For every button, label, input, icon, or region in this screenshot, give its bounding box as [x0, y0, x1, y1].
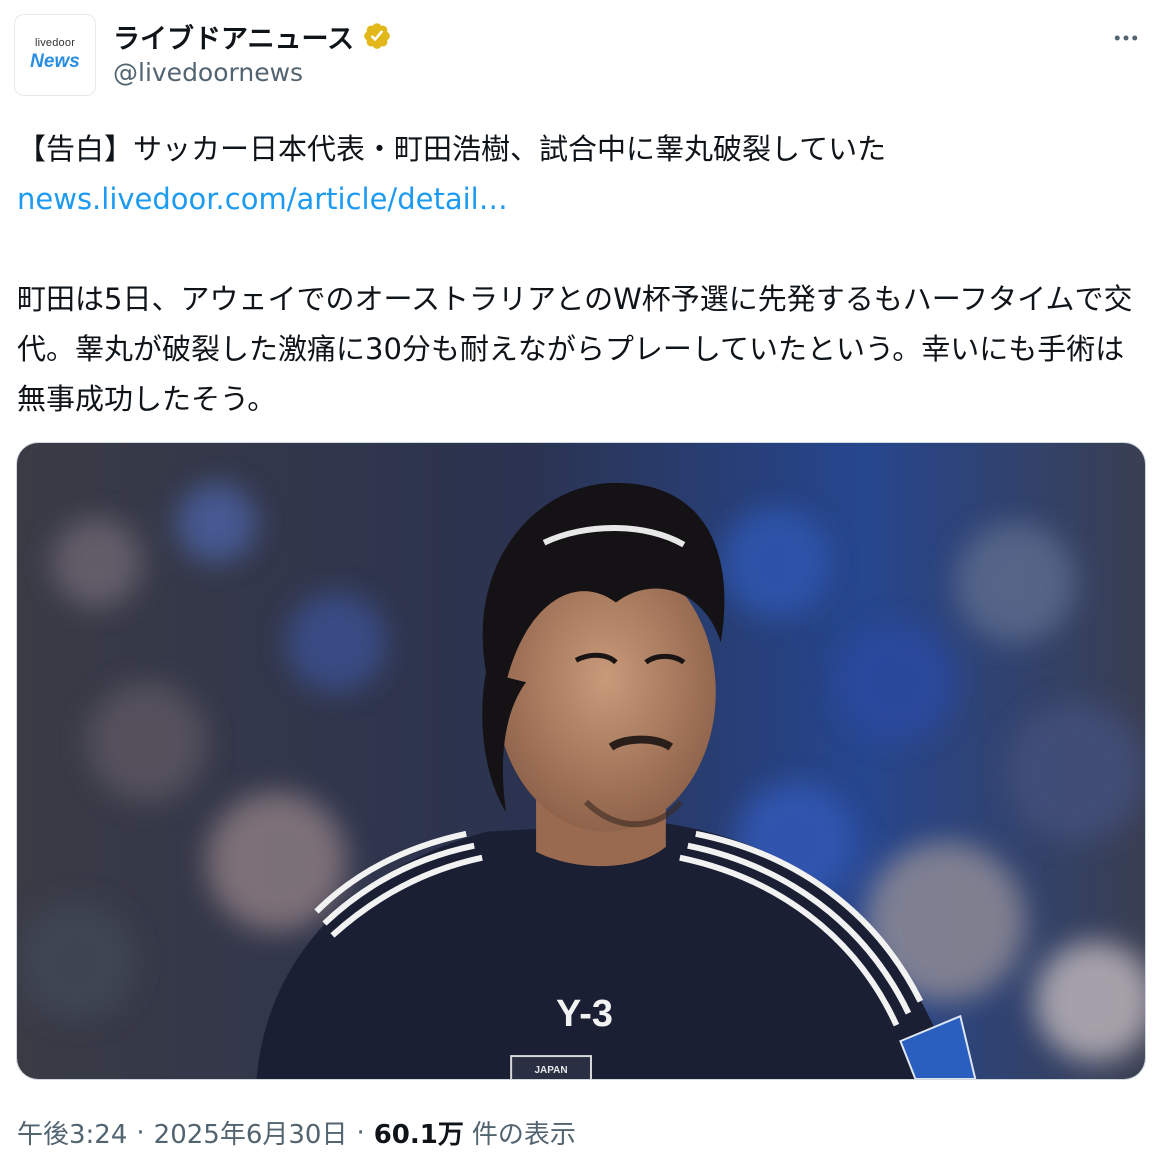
view-count: 60.1万	[373, 1120, 464, 1150]
author-name-row: ライブドアニュース	[113, 14, 392, 58]
player-photo: Y-3 JAPAN	[17, 443, 1145, 1079]
jersey-logo: Y-3	[556, 993, 613, 1035]
avatar-text-big: News	[30, 51, 80, 72]
tweet-meta: 午後3:24 · 2025年6月30日 · 60.1万 件の表示	[17, 1114, 576, 1151]
jersey-badge: JAPAN	[535, 1065, 568, 1076]
tweet-headline: 【告白】サッカー日本代表・町田浩樹、試合中に睾丸破裂していた	[17, 132, 887, 166]
verified-badge-icon[interactable]	[362, 21, 392, 51]
avatar-text-small: livedoor	[34, 37, 76, 49]
tweet-body: 町田は5日、アウェイでのオーストラリアとのW杯予選に先発するもハーフタイムで交代…	[17, 282, 1133, 416]
more-icon	[1114, 35, 1138, 41]
tweet-time[interactable]: 午後3:24	[17, 1114, 127, 1151]
tweet-photo[interactable]: Y-3 JAPAN	[16, 442, 1146, 1080]
author-handle[interactable]: @livedoornews	[113, 58, 303, 87]
view-count-label: 件の表示	[471, 1120, 576, 1150]
more-options-button[interactable]	[1108, 20, 1144, 56]
tweet-text: 【告白】サッカー日本代表・町田浩樹、試合中に睾丸破裂していた news.live…	[17, 124, 1143, 424]
meta-separator: ·	[356, 1117, 365, 1148]
tweet-date[interactable]: 2025年6月30日	[154, 1114, 348, 1151]
article-link[interactable]: news.livedoor.com/article/detail…	[17, 182, 508, 216]
meta-separator: ·	[136, 1117, 145, 1148]
avatar[interactable]: livedoor News	[14, 14, 96, 96]
tweet: livedoor News ライブドアニュース @livedoornews 【告…	[0, 0, 1158, 1172]
author-display-name[interactable]: ライブドアニュース	[113, 17, 354, 56]
